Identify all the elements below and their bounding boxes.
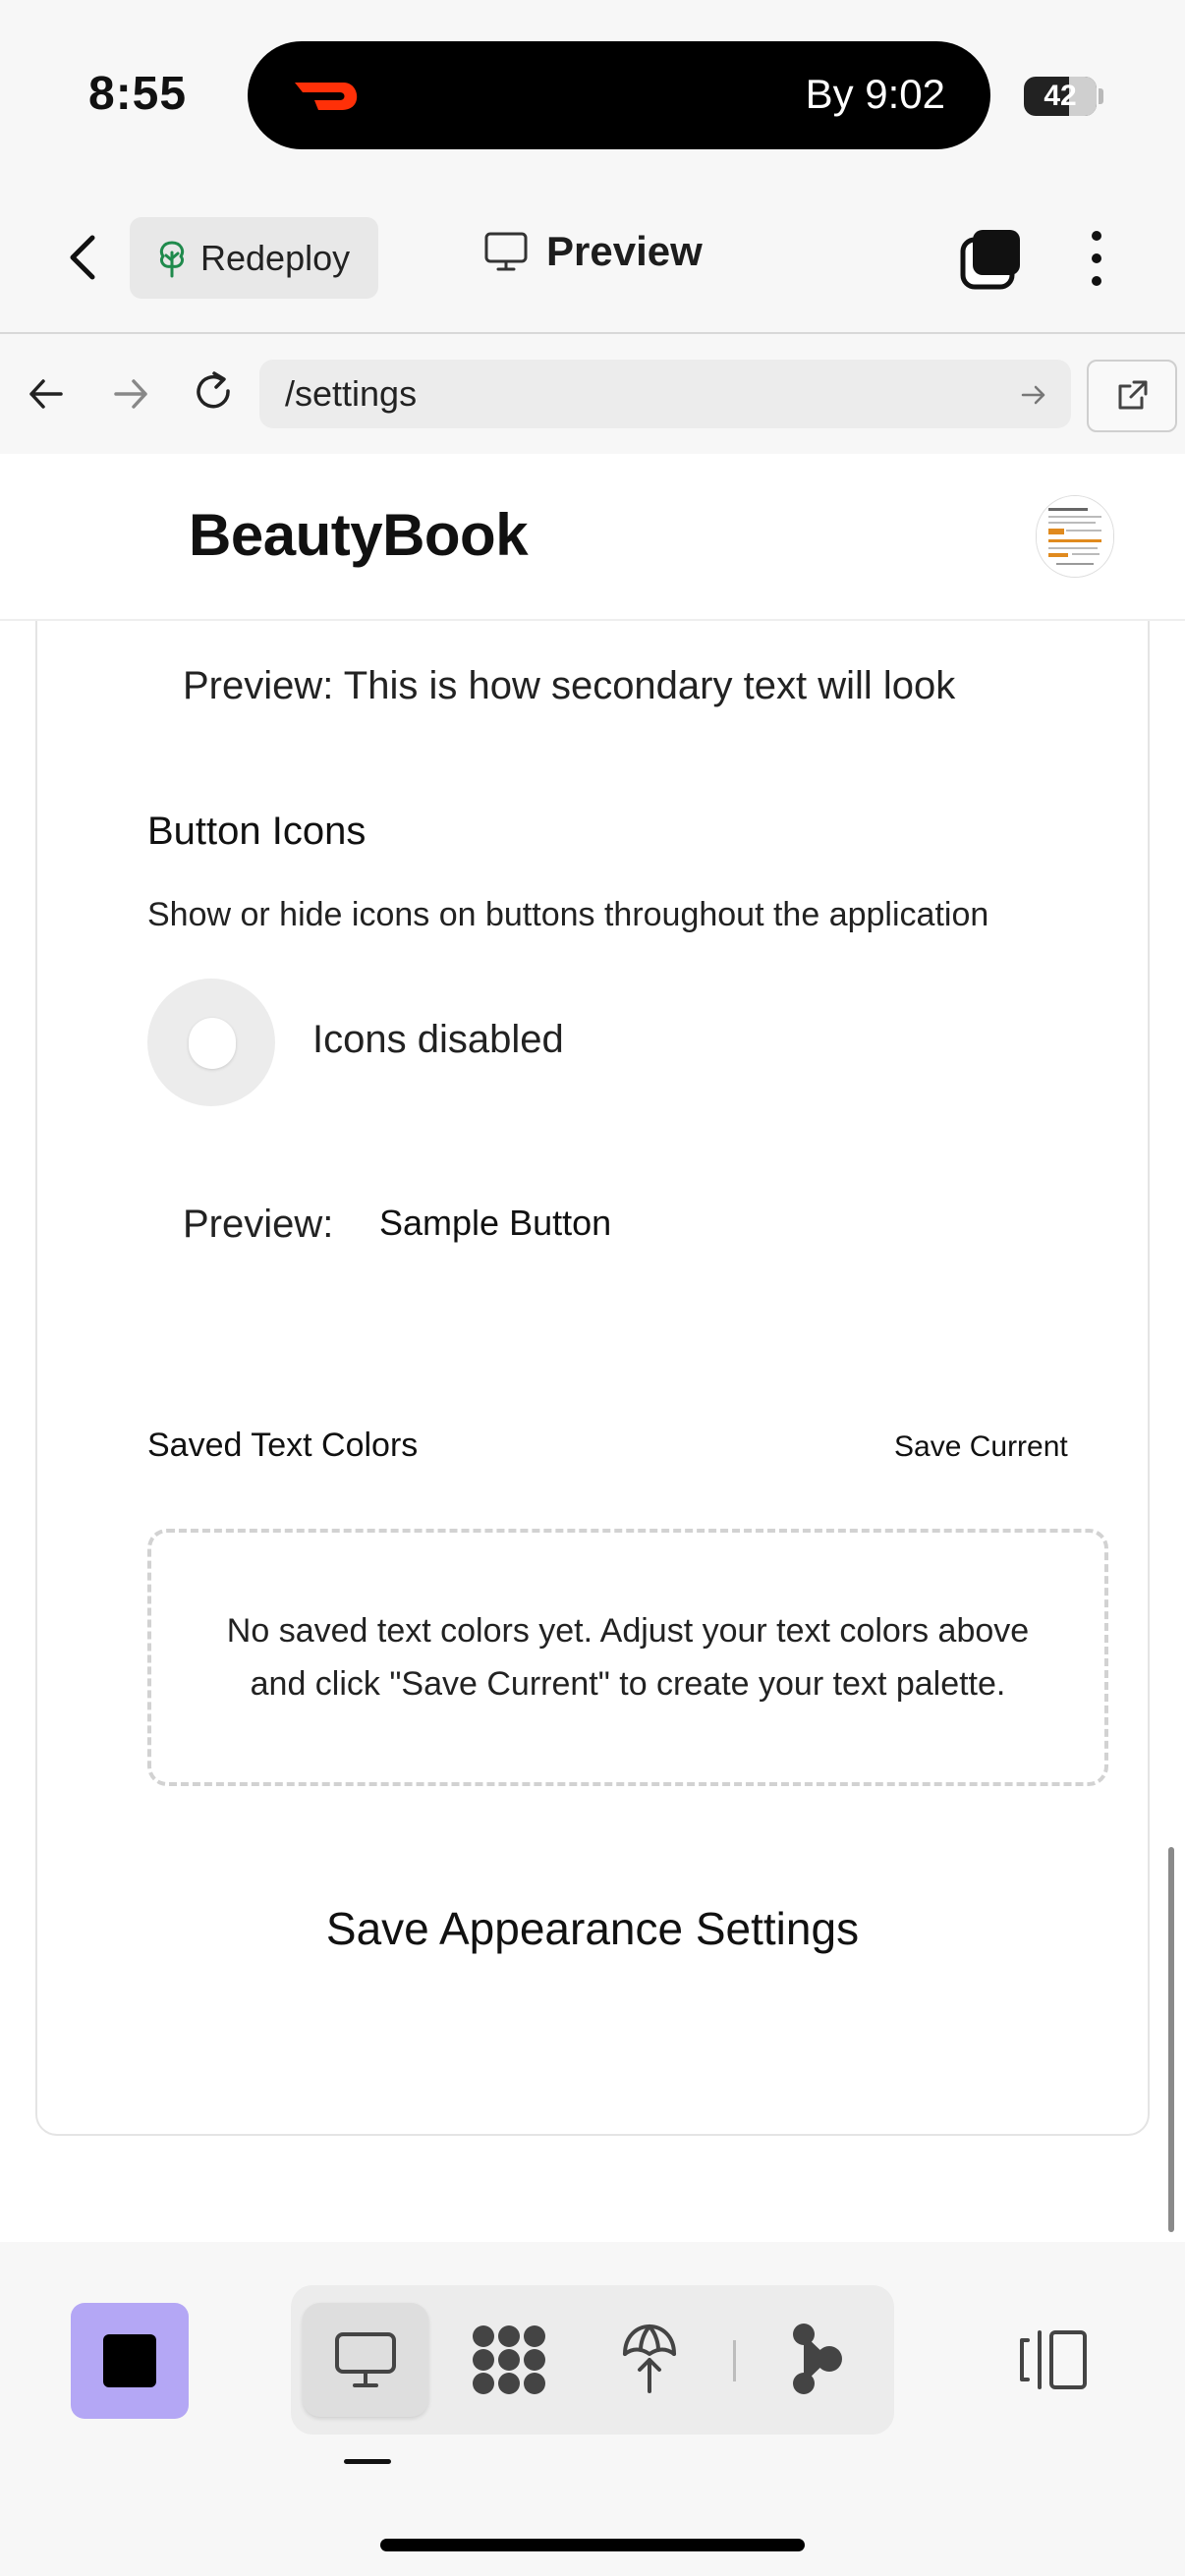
more-options-button[interactable]	[1077, 226, 1116, 291]
tabs-button[interactable]	[959, 226, 1024, 291]
home-indicator[interactable]	[380, 2539, 805, 2551]
battery-nub	[1099, 88, 1103, 104]
icons-toggle[interactable]	[147, 979, 275, 1106]
apps-grid-icon[interactable]	[470, 2323, 548, 2397]
redeploy-button[interactable]: Redeploy	[130, 217, 378, 299]
back-button[interactable]	[57, 228, 112, 287]
button-icons-heading: Button Icons	[147, 810, 367, 853]
page-scrollbar[interactable]	[1168, 1847, 1174, 2232]
battery-icon: 42	[1024, 77, 1097, 116]
browser-forward-icon[interactable]	[108, 371, 153, 417]
stop-icon	[103, 2334, 156, 2387]
button-preview-label: Preview:	[183, 1203, 334, 1246]
stop-button[interactable]	[71, 2303, 189, 2419]
secondary-text-preview: Preview: This is how secondary text will…	[183, 664, 956, 707]
save-current-button[interactable]: Save Current	[894, 1430, 1068, 1464]
active-tool-indicator	[344, 2459, 391, 2464]
preview-label: Preview	[546, 228, 703, 274]
redeploy-label: Redeploy	[200, 237, 351, 278]
web-page: Preview: This is how secondary text will…	[0, 454, 1185, 2242]
site-title[interactable]: BeautyBook	[189, 501, 529, 569]
settings-card: Preview: This is how secondary text will…	[35, 454, 1150, 2136]
open-external-button[interactable]	[1087, 360, 1177, 432]
saved-text-colors-heading: Saved Text Colors	[147, 1427, 419, 1464]
status-time: 8:55	[88, 68, 188, 120]
external-link-icon	[1118, 380, 1148, 410]
dynamic-island[interactable]: By 9:02	[248, 41, 990, 149]
empty-state-message: No saved text colors yet. Adjust your te…	[226, 1612, 1030, 1703]
chevron-left-icon	[70, 235, 95, 280]
tool-desktop-button[interactable]	[303, 2303, 428, 2417]
avatar[interactable]	[1036, 495, 1114, 578]
go-arrow-icon[interactable]	[1018, 379, 1049, 411]
more-vertical-icon	[1092, 231, 1101, 286]
avatar-thumbnail-icon	[1037, 496, 1113, 577]
live-activity-eta: By 9:02	[805, 71, 945, 117]
doordash-logo-icon	[295, 83, 358, 110]
sample-button[interactable]: Sample Button	[379, 1203, 611, 1244]
split-view-icon[interactable]	[1018, 2328, 1091, 2391]
url-text: /settings	[285, 373, 418, 414]
saved-colors-empty-state: No saved text colors yet. Adjust your te…	[147, 1529, 1108, 1786]
deploy-icon[interactable]	[619, 2321, 680, 2395]
battery-level: 42	[1044, 80, 1077, 112]
toggle-knob	[189, 1018, 236, 1069]
share-nodes-icon[interactable]	[786, 2323, 849, 2395]
site-header: BeautyBook	[0, 454, 1185, 621]
preview-title: Preview	[483, 228, 703, 275]
monitor-icon	[484, 232, 528, 271]
desktop-icon	[335, 2332, 396, 2387]
tool-divider	[733, 2340, 736, 2381]
save-appearance-button[interactable]: Save Appearance Settings	[37, 1902, 1148, 1955]
tree-icon	[159, 241, 185, 277]
browser-back-icon[interactable]	[24, 371, 69, 417]
icons-state-label: Icons disabled	[312, 1018, 564, 1061]
reload-icon[interactable]	[189, 367, 238, 417]
tabs-icon	[960, 230, 1020, 290]
button-icons-description: Show or hide icons on buttons throughout…	[147, 896, 989, 933]
